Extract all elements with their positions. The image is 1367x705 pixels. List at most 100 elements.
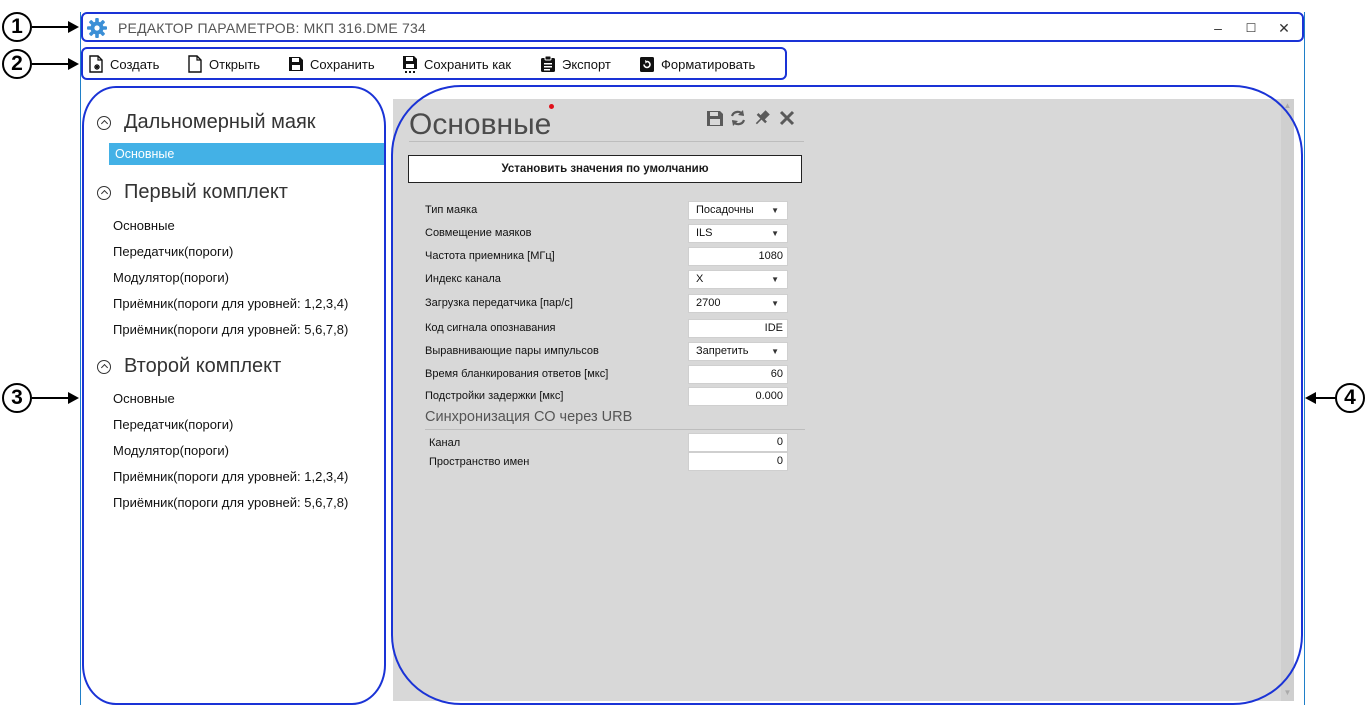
param-label: Время бланкирования ответов [мкс] [425,368,609,380]
collapse-icon [97,115,111,130]
callout-4-line [1316,397,1336,399]
nav-item-second-receiver-5678[interactable]: Приёмник(пороги для уровней: 5,6,7,8) [113,495,348,510]
open-label: Открыть [209,56,261,72]
nav-item-second-main[interactable]: Основные [113,391,175,406]
vertical-scrollbar[interactable] [1281,99,1294,701]
dropdown-arrow-icon: ▼ [771,347,779,356]
callout-1-line [32,26,70,28]
save-as-icon [403,56,417,73]
nav-group-beacon[interactable]: Дальномерный маяк [97,111,316,134]
callout-3-line [32,397,70,399]
nav-item-first-receiver-5678[interactable]: Приёмник(пороги для уровней: 5,6,7,8) [113,322,348,337]
create-label: Создать [110,56,160,72]
param-label: Совмещение маяков [425,227,532,239]
export-label: Экспорт [562,56,611,72]
clipboard-icon [541,55,555,72]
open-button[interactable]: Открыть [187,52,260,76]
format-button[interactable]: Форматировать [639,52,755,76]
param-select[interactable]: Посадочны ▼ [688,201,788,220]
set-defaults-button[interactable]: Установить значения по умолчанию [408,155,802,183]
param-input[interactable]: 1080 [688,247,788,266]
param-label: Частота приемника [МГц] [425,250,555,262]
param-input[interactable]: IDE [688,319,788,338]
nav-item-second-receiver-1234[interactable]: Приёмник(пороги для уровней: 1,2,3,4) [113,469,348,484]
scroll-down-arrow[interactable]: ▼ [1281,686,1294,700]
pin-icon[interactable] [752,108,772,128]
dropdown-arrow-icon: ▼ [771,299,779,308]
save-icon[interactable] [705,108,725,128]
nav-item-first-modulator[interactable]: Модулятор(пороги) [113,270,229,285]
nav-item-first-receiver-1234[interactable]: Приёмник(пороги для уровней: 1,2,3,4) [113,296,348,311]
param-select[interactable]: Запретить ▼ [688,342,788,361]
callout-3-arrow-icon [68,392,79,404]
collapse-icon [97,185,111,200]
param-label: Загрузка передатчика [пар/с] [425,297,573,309]
format-icon [640,57,654,72]
sync-param-input[interactable]: 0 [688,452,788,471]
param-value: ILS [696,227,713,239]
sync-param-input[interactable]: 0 [688,433,788,452]
close-icon[interactable] [777,108,797,128]
nav-item-first-transmitter[interactable]: Передатчик(пороги) [113,244,233,259]
param-label: Индекс канала [425,273,501,285]
callout-1-arrow-icon [68,21,79,33]
scroll-up-arrow[interactable]: ▲ [1281,99,1294,113]
create-button[interactable]: Создать [88,52,159,76]
unsaved-indicator [549,104,554,109]
minimize-button[interactable]: – [1205,17,1231,39]
param-value: Запретить [696,345,749,357]
nav-group-second-set[interactable]: Второй комплект [97,355,281,378]
save-label: Сохранить [310,56,375,72]
nav-group-first-set[interactable]: Первый комплект [97,181,288,204]
format-label: Форматировать [661,56,756,72]
param-label: Тип маяка [425,204,478,216]
nav-item-first-main[interactable]: Основные [113,218,175,233]
close-button[interactable]: ✕ [1271,17,1297,39]
collapse-icon [97,359,111,374]
dropdown-arrow-icon: ▼ [771,206,779,215]
nav-item-second-modulator[interactable]: Модулятор(пороги) [113,443,229,458]
save-icon [289,57,303,71]
param-select[interactable]: ILS ▼ [688,224,788,243]
dropdown-arrow-icon: ▼ [771,275,779,284]
header-separator [409,141,804,142]
nav-group-title: Первый комплект [124,181,288,203]
callout-2: 2 [2,49,32,79]
nav-item-beacon-main[interactable]: Основные [115,147,174,161]
param-label: Выравнивающие пары импульсов [425,345,599,357]
param-select[interactable]: X ▼ [688,270,788,289]
window-title: РЕДАКТОР ПАРАМЕТРОВ: МКП 316.DME 734 [118,20,426,36]
sync-section-title: Синхронизация СО через URB [425,409,633,425]
file-icon [188,55,202,73]
export-button[interactable]: Экспорт [540,52,611,76]
sync-param-label: Канал [429,437,461,449]
param-input[interactable]: 60 [688,365,788,384]
param-select[interactable]: 2700 ▼ [688,294,788,313]
save-as-label: Сохранить как [424,56,512,72]
param-value: IDE [764,322,783,334]
param-value: 2700 [696,297,721,309]
callout-1: 1 [2,12,32,42]
save-as-button[interactable]: Сохранить как [402,52,511,76]
save-button[interactable]: Сохранить [288,52,375,76]
callout-4: 4 [1335,383,1365,413]
new-file-icon [89,55,103,73]
dropdown-arrow-icon: ▼ [771,229,779,238]
callout-2-arrow-icon [68,58,79,70]
nav-group-title: Второй комплект [124,355,282,377]
param-value: X [696,273,704,285]
param-input[interactable]: 0.000 [688,387,788,406]
param-value: 60 [770,368,783,380]
nav-group-title: Дальномерный маяк [124,111,316,133]
param-value: Посадочны [696,204,754,216]
maximize-button[interactable]: ☐ [1238,17,1264,39]
gear-icon [87,18,107,38]
nav-item-second-transmitter[interactable]: Передатчик(пороги) [113,417,233,432]
refresh-icon[interactable] [728,108,748,128]
param-value: 1080 [758,250,783,262]
sync-section-separator [425,429,805,430]
param-label: Подстройки задержки [мкс] [425,390,564,402]
callout-4-arrow-icon [1305,392,1316,404]
param-label: Код сигнала опознавания [425,322,556,334]
sync-param-label: Пространство имен [429,456,530,468]
